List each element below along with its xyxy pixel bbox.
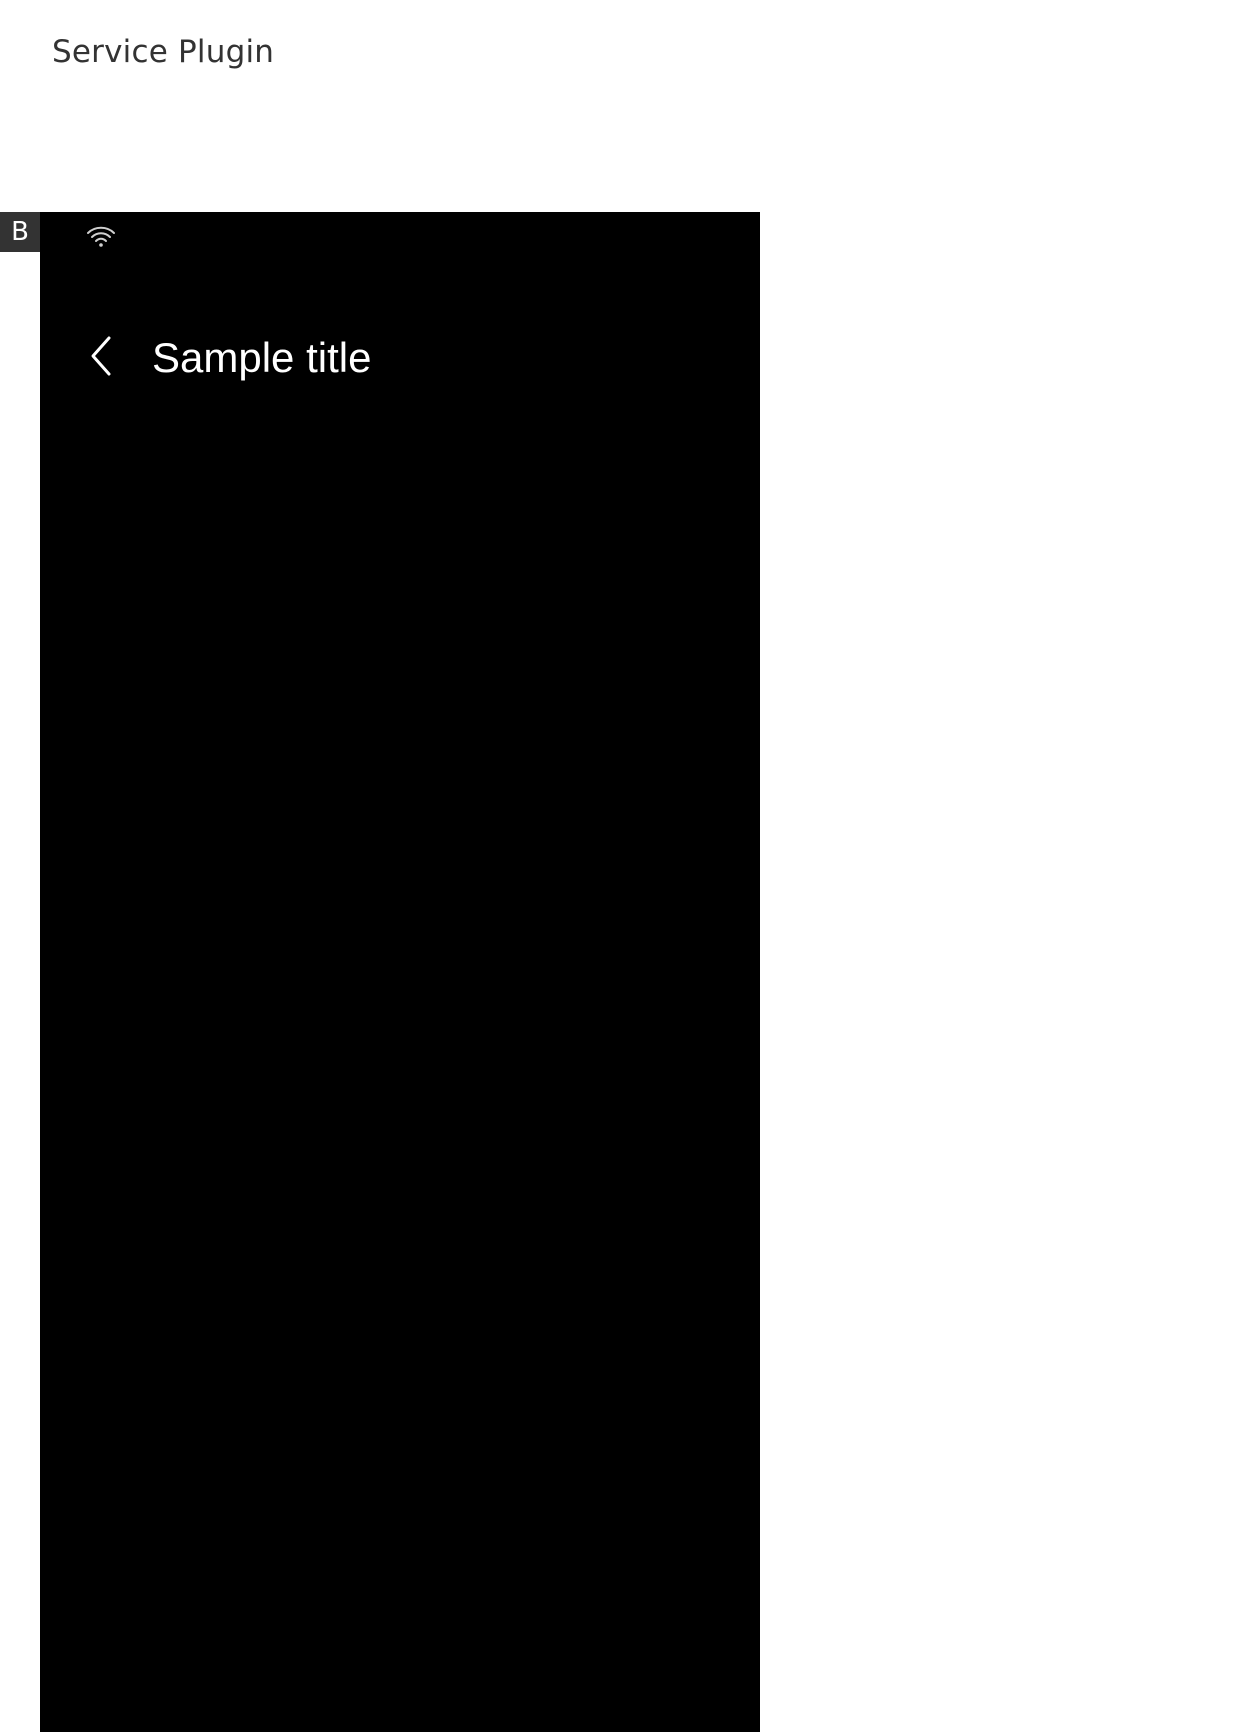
app-header: Sample title (40, 308, 760, 404)
chevron-left-icon (87, 334, 117, 383)
document-page: Service Plugin B Sample title (0, 0, 1240, 1732)
device-screen: Sample title (40, 212, 760, 1732)
screen-label-badge: B (0, 212, 40, 252)
wifi-icon (86, 224, 116, 248)
back-button[interactable] (76, 332, 128, 384)
page-title: Sample title (152, 334, 372, 381)
document-title: Service Plugin (52, 34, 275, 70)
status-bar (40, 212, 760, 260)
